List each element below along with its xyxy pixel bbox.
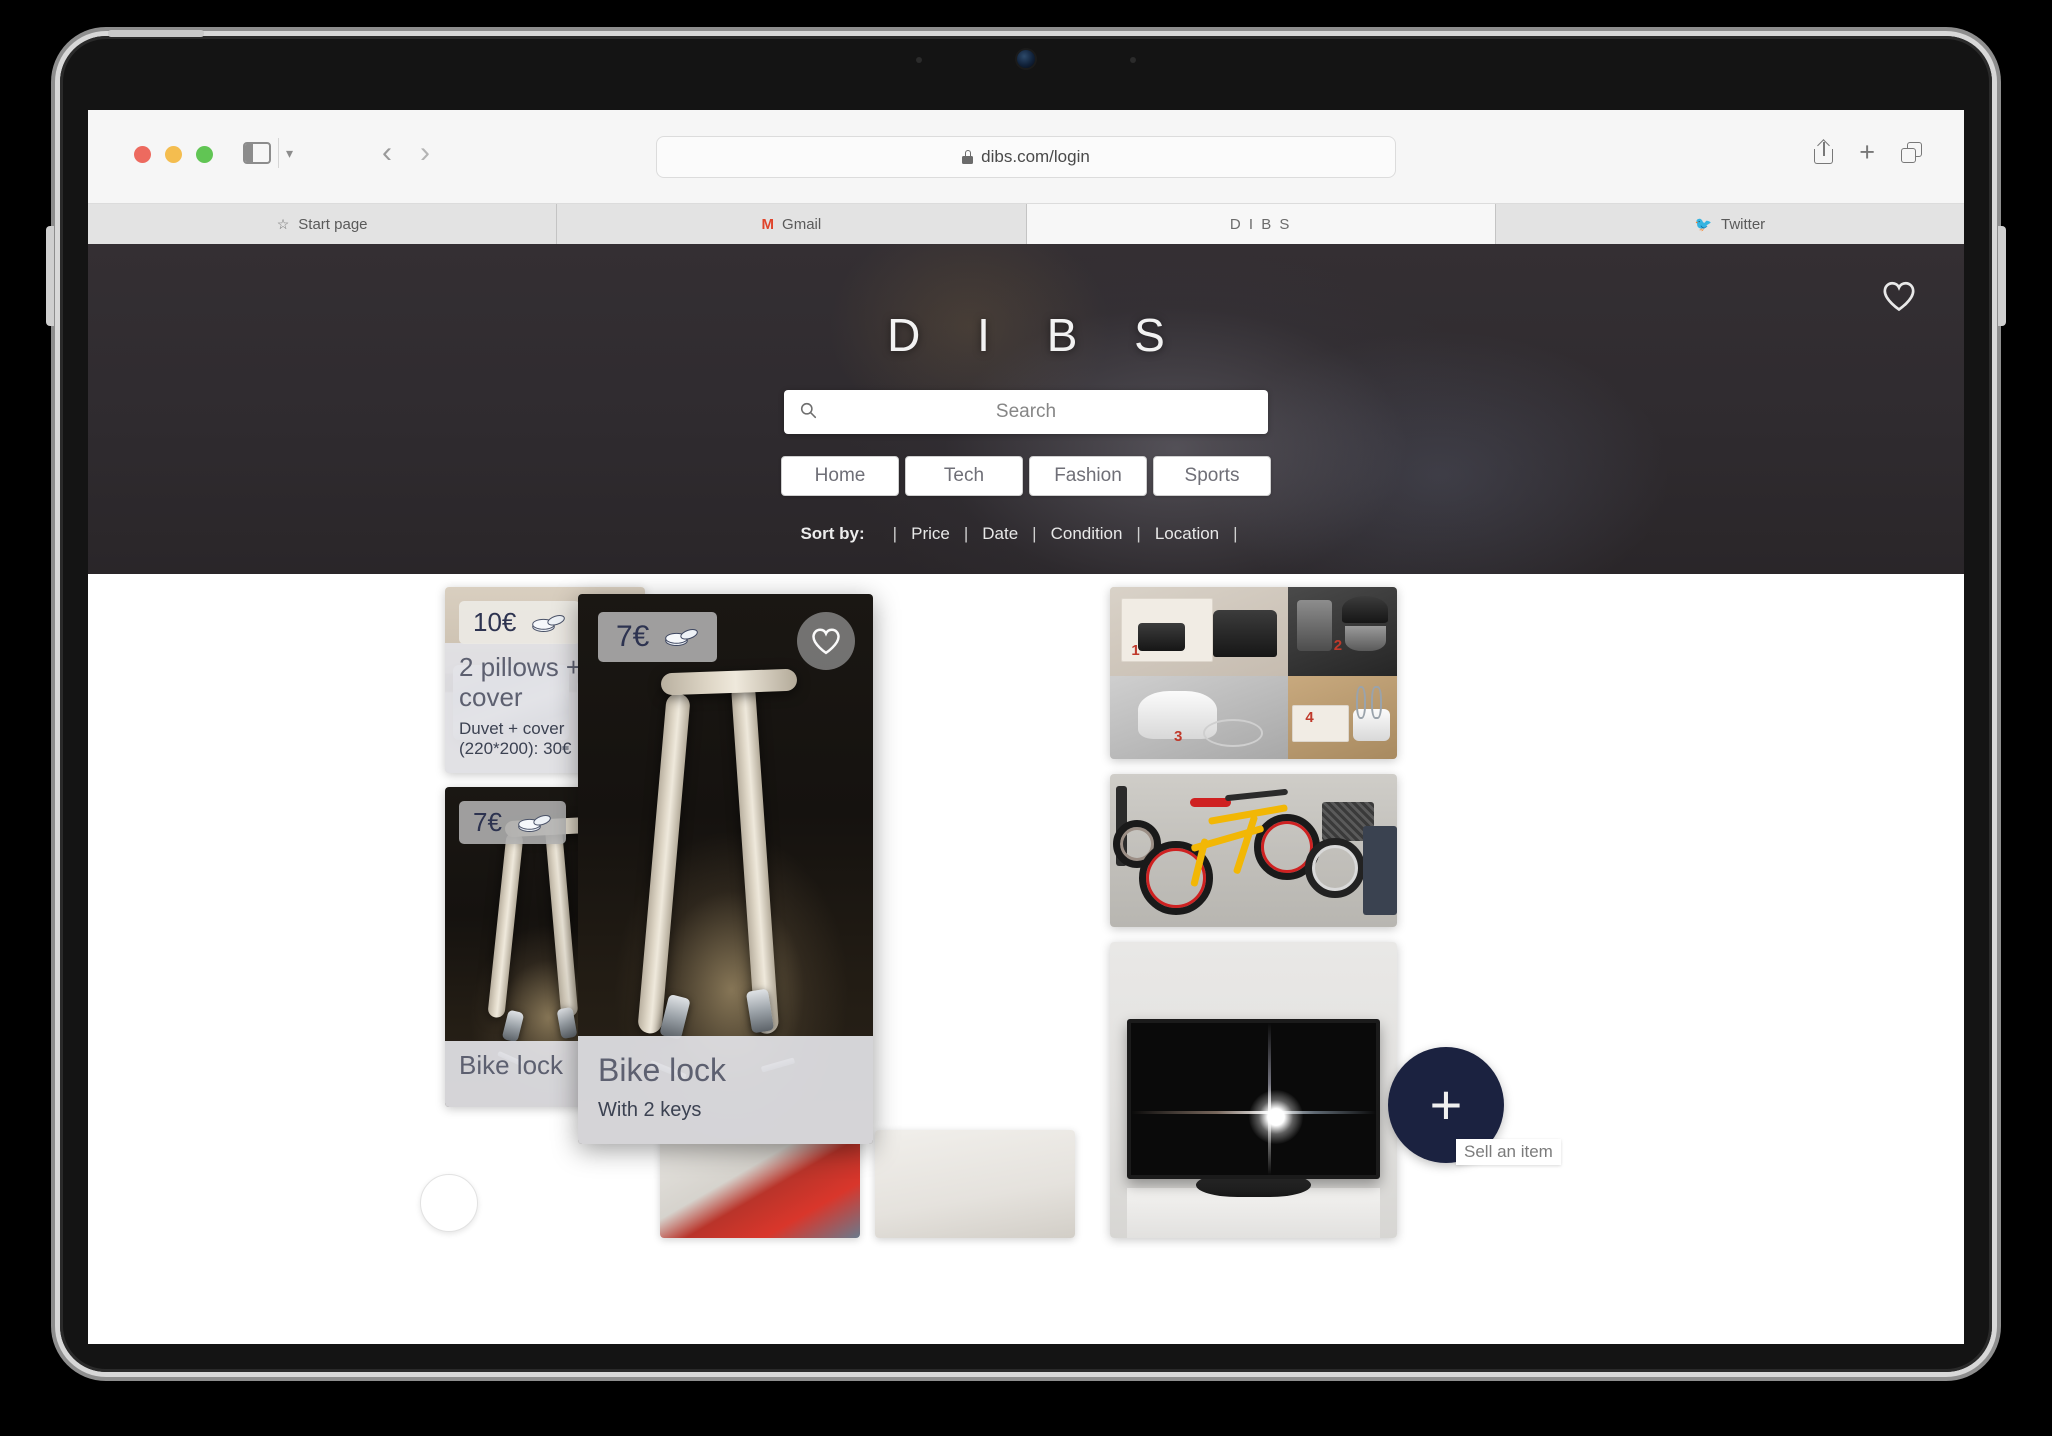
- listing-card-television[interactable]: [1110, 942, 1397, 1238]
- browser-tab-start-page[interactable]: ☆ Start page: [88, 204, 558, 244]
- appliance-quadrant-2: 2: [1287, 587, 1397, 677]
- category-button-fashion[interactable]: Fashion: [1029, 456, 1147, 496]
- heart-icon: [812, 628, 840, 655]
- listing-title: Bike lock: [598, 1052, 727, 1089]
- dibs-page: D I B S Home Tech Fashion Sports Sort by…: [88, 244, 1964, 1344]
- listing-subtitle: With 2 keys: [598, 1099, 702, 1121]
- yellow-bicycle-photo: [1110, 774, 1397, 927]
- site-header: D I B S Home Tech Fashion Sports Sort by…: [88, 244, 1964, 574]
- coins-icon: [665, 629, 699, 647]
- listing-card-appliances[interactable]: 1 2 3 4: [1110, 587, 1397, 759]
- photo-label-3: 3: [1174, 727, 1183, 745]
- browser-tab-label: Gmail: [782, 215, 822, 233]
- sensor-dot-right: [1130, 57, 1136, 63]
- flatscreen-tv-photo: [1110, 942, 1397, 1238]
- listing-card-filler-red[interactable]: [660, 1130, 860, 1238]
- browser-window: ▾ ‹ › dibs.com/login + ☆ Start page M Gm…: [88, 110, 1964, 1344]
- browser-tab-bar: ☆ Start page M Gmail D I B S 🐦 Twitter: [88, 204, 1964, 244]
- sidebar-toggle-icon[interactable]: [243, 142, 271, 164]
- sensor-dot-left: [916, 57, 922, 63]
- listing-card-filler-room[interactable]: [875, 1130, 1075, 1238]
- sort-separator: |: [1032, 524, 1037, 543]
- appliance-quadrant-4: 4: [1287, 676, 1397, 759]
- category-button-tech[interactable]: Tech: [905, 456, 1023, 496]
- favorites-heart-icon[interactable]: [1882, 280, 1916, 312]
- category-button-home[interactable]: Home: [781, 456, 899, 496]
- red-textile-photo: [660, 1130, 860, 1238]
- chevron-down-icon[interactable]: ▾: [286, 146, 293, 160]
- sort-separator: |: [892, 524, 898, 543]
- appliance-quadrant-3: 3: [1110, 676, 1288, 759]
- favorite-button[interactable]: [797, 612, 855, 670]
- kitchen-appliances-photo: 1 2 3 4: [1110, 587, 1397, 759]
- sort-option-price[interactable]: Price: [911, 524, 950, 544]
- site-logo-title: D I B S: [887, 309, 1187, 361]
- browser-toolbar: ▾ ‹ › dibs.com/login +: [88, 110, 1964, 204]
- volume-button-left[interactable]: [46, 226, 54, 326]
- forward-arrow-icon[interactable]: ›: [420, 136, 430, 170]
- sort-separator: |: [1233, 524, 1238, 543]
- lock-icon: [962, 150, 974, 164]
- sort-separator: |: [1136, 524, 1141, 543]
- tablet-device-frame: ▾ ‹ › dibs.com/login + ☆ Start page M Gm…: [46, 30, 2006, 1372]
- browser-tab-gmail[interactable]: M Gmail: [557, 204, 1027, 244]
- category-nav: Home Tech Fashion Sports: [781, 456, 1271, 496]
- search-icon: [800, 402, 817, 419]
- star-icon: ☆: [276, 215, 290, 232]
- toolbar-divider: [278, 138, 279, 168]
- photo-label-4: 4: [1305, 709, 1314, 727]
- card-caption: Bike lock With 2 keys: [578, 1036, 873, 1144]
- back-arrow-icon[interactable]: ‹: [382, 136, 392, 170]
- room-photo: [875, 1130, 1075, 1238]
- address-url-text: dibs.com/login: [981, 147, 1090, 166]
- sidebar-fill: [245, 144, 253, 162]
- sell-item-tooltip: Sell an item: [1456, 1139, 1561, 1165]
- photo-label-1: 1: [1131, 642, 1140, 660]
- search-bar[interactable]: [784, 390, 1268, 434]
- sell-item-fab: + Sell an item: [1388, 1047, 1561, 1165]
- browser-tab-label: Start page: [298, 215, 368, 233]
- price-text: 10€: [473, 607, 517, 637]
- tab-overview-icon[interactable]: [1901, 141, 1922, 163]
- price-badge: 10€: [459, 601, 581, 644]
- listing-grid: 10€ 2 pillows + cover Duvet + cover (220…: [88, 574, 1964, 1344]
- price-text: 7€: [473, 807, 502, 837]
- window-controls: [134, 146, 213, 163]
- plus-icon: +: [1429, 1073, 1463, 1136]
- twitter-icon: 🐦: [1694, 215, 1712, 232]
- sort-label: Sort by:: [800, 524, 865, 543]
- appliance-quadrant-1: 1: [1110, 587, 1288, 677]
- browser-tab-dibs[interactable]: D I B S: [1026, 204, 1496, 244]
- price-badge: 7€: [459, 801, 566, 844]
- search-input[interactable]: [784, 390, 1268, 434]
- new-tab-icon[interactable]: +: [1859, 139, 1875, 166]
- sort-bar: Sort by: | Price | Date | Condition | Lo…: [800, 524, 1251, 544]
- minimize-window-button[interactable]: [165, 146, 182, 163]
- browser-tab-twitter[interactable]: 🐦 Twitter: [1495, 204, 1964, 244]
- coins-icon: [518, 814, 551, 832]
- volume-button-right[interactable]: [1998, 226, 2006, 326]
- toolbar-actions: +: [1814, 139, 1922, 166]
- camera-bar: [60, 36, 1992, 80]
- gmail-icon: M: [761, 215, 774, 233]
- sort-option-date[interactable]: Date: [982, 524, 1018, 544]
- price-text: 7€: [616, 620, 650, 653]
- category-button-sports[interactable]: Sports: [1153, 456, 1271, 496]
- share-icon[interactable]: [1814, 139, 1834, 164]
- maximize-window-button[interactable]: [196, 146, 213, 163]
- coins-icon: [532, 614, 566, 632]
- browser-tab-label: Twitter: [1721, 215, 1766, 233]
- sort-separator: |: [963, 524, 969, 543]
- price-badge: 7€: [598, 612, 718, 662]
- listing-card-bikelock-expanded[interactable]: 7€ Bike lock With 2 keys: [578, 594, 873, 1144]
- sort-option-condition[interactable]: Condition: [1051, 524, 1123, 544]
- address-bar[interactable]: dibs.com/login: [656, 136, 1396, 178]
- close-window-button[interactable]: [134, 146, 151, 163]
- browser-tab-label: D I B S: [1229, 215, 1292, 233]
- placeholder-circle: [420, 1174, 478, 1232]
- photo-label-2: 2: [1333, 637, 1343, 655]
- front-camera-icon: [1017, 50, 1035, 68]
- sort-option-location[interactable]: Location: [1155, 524, 1219, 544]
- listing-card-bicycle[interactable]: [1110, 774, 1397, 927]
